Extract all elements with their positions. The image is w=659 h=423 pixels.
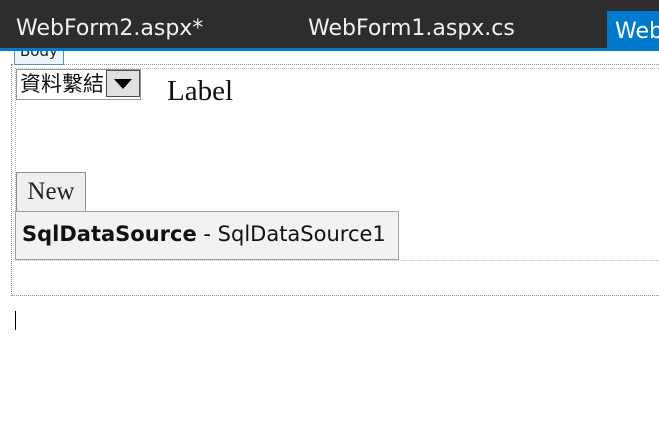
tab-active-web[interactable]: Web (607, 11, 659, 48)
new-button[interactable]: New (16, 172, 86, 212)
sqldatasource-type: SqlDataSource (22, 222, 197, 246)
dropdown-arrow-icon (114, 79, 132, 89)
document-tab-bar: WebForm2.aspx* WebForm1.aspx.cs Web (0, 0, 659, 48)
body-tag-label[interactable]: Body (14, 51, 64, 65)
dropdownlist-control[interactable]: 資料繫結 (16, 69, 141, 100)
dropdownlist-selected-text: 資料繫結 (20, 72, 104, 96)
label-control[interactable]: Label (167, 76, 233, 106)
dropdown-button[interactable] (106, 70, 140, 97)
tab-webform2-aspx[interactable]: WebForm2.aspx* (16, 0, 203, 48)
sqldatasource-control[interactable]: SqlDataSource - SqlDataSource1 (15, 211, 399, 260)
text-caret (15, 311, 16, 330)
design-surface[interactable]: Body 資料繫結 Label New SqlDataSource - SqlD… (0, 51, 659, 423)
tab-webform1-aspx-cs[interactable]: WebForm1.aspx.cs (308, 0, 515, 48)
sqldatasource-id: SqlDataSource1 (217, 222, 386, 246)
sqldatasource-separator: - (196, 222, 218, 246)
